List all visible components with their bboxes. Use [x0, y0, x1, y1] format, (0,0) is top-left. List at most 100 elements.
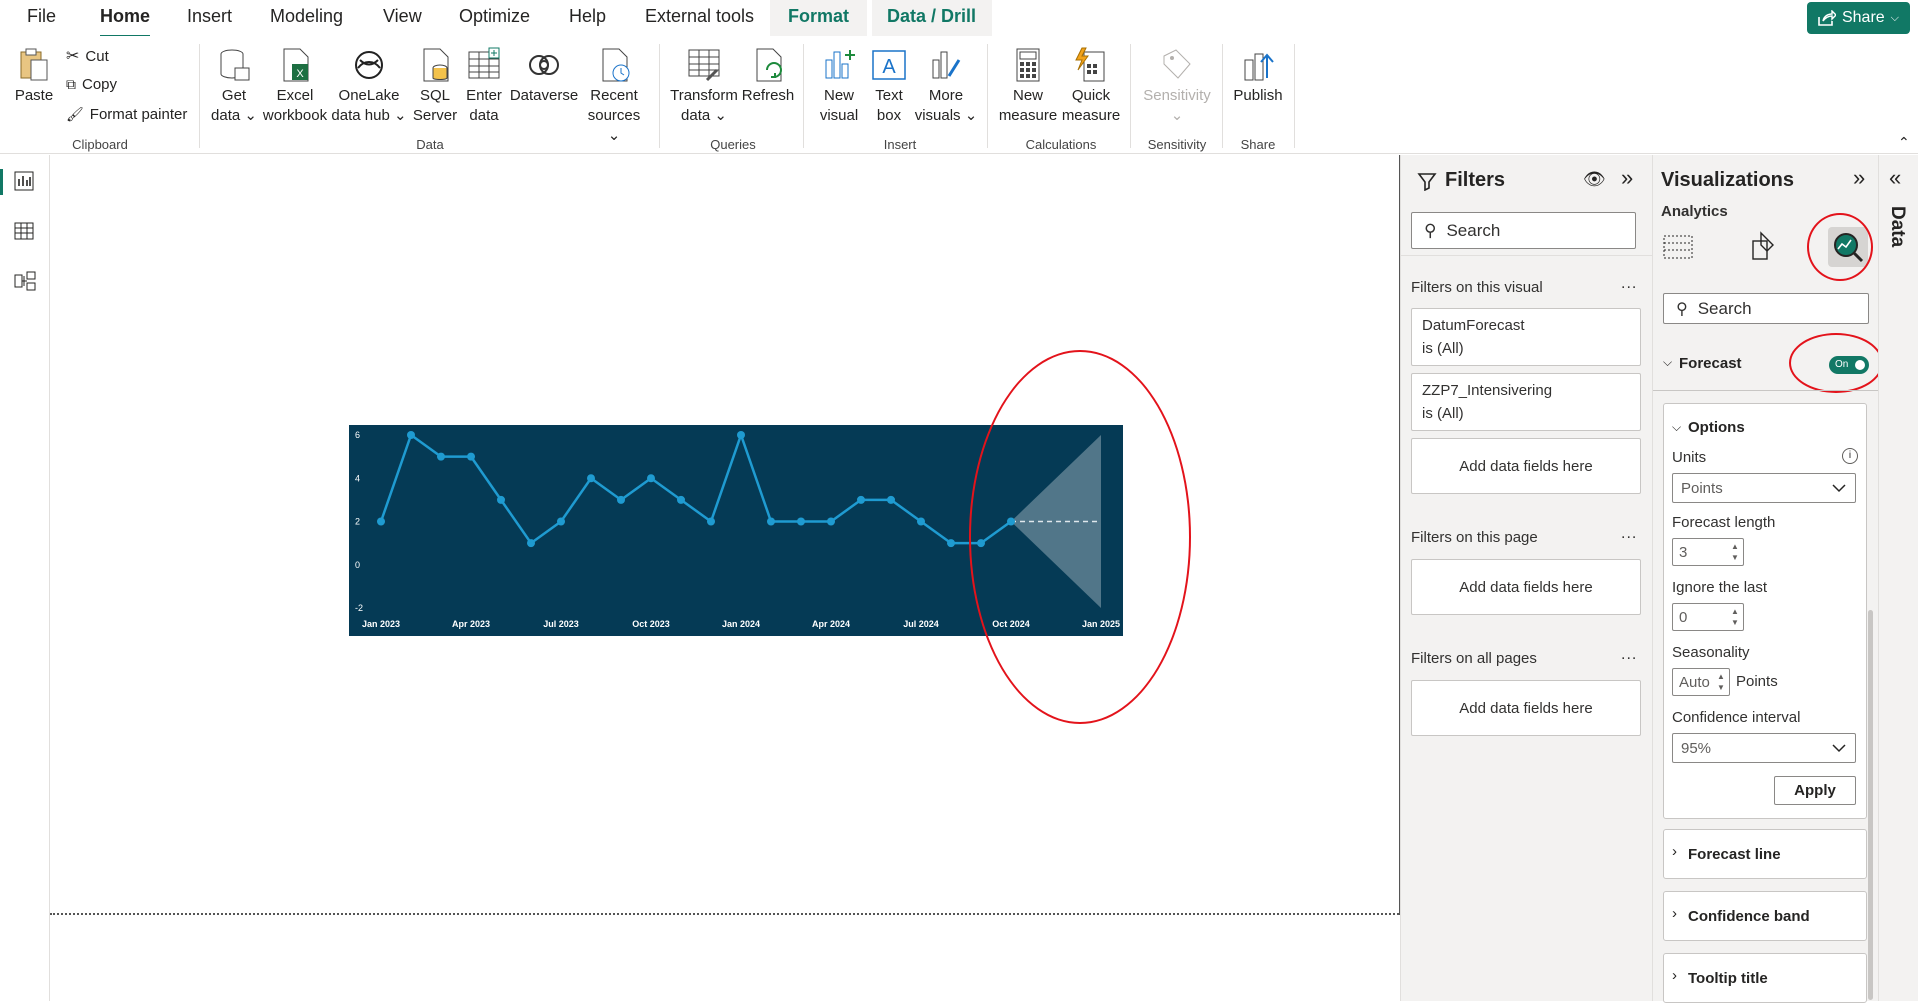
paste-button[interactable]: Paste: [14, 46, 54, 106]
menu-optimize[interactable]: Optimize: [459, 6, 530, 32]
forecast-length-input[interactable]: 3 ▲ ▼: [1672, 538, 1744, 566]
sensitivity-icon: [1163, 49, 1191, 79]
publish-button[interactable]: Publish: [1230, 46, 1286, 106]
confidence-band-title: Confidence band: [1688, 908, 1810, 925]
add-data-fields-visual[interactable]: Add data fields here: [1411, 438, 1641, 494]
more-options-icon[interactable]: ...: [1621, 525, 1637, 543]
analytics-tab-selected[interactable]: [1828, 227, 1868, 267]
apply-button[interactable]: Apply: [1774, 776, 1856, 805]
forecast-line-section[interactable]: › Forecast line: [1663, 829, 1867, 879]
chevron-down-icon: ⌄: [1170, 107, 1184, 124]
table-icon: [468, 47, 500, 79]
confidence-interval-select[interactable]: 95%: [1672, 733, 1856, 763]
sql-server-button[interactable]: SQL Server: [410, 46, 460, 126]
menu-help[interactable]: Help: [569, 6, 606, 32]
line-chart-visual[interactable]: 6 4 2 0 -2 Jan 2023 Apr 2023 Jul 2023 Oct 2023 Ja…: [349, 425, 1123, 636]
copy-button[interactable]: ⧉ Copy: [66, 76, 117, 93]
spinner-icon[interactable]: ▲ ▼: [1715, 671, 1727, 693]
spinner-icon[interactable]: ▲ ▼: [1729, 541, 1741, 563]
viz-search-placeholder: Search: [1697, 298, 1752, 318]
copy-label: Copy: [82, 76, 118, 93]
more-visuals-icon: [932, 51, 961, 79]
options-title: Options: [1688, 419, 1745, 436]
enter-data-button[interactable]: Enter data: [462, 46, 506, 126]
chevron-down-icon[interactable]: ⌵: [1663, 355, 1672, 370]
recent-sources-button[interactable]: Recent sources ⌄: [582, 46, 646, 146]
chevron-right-icon: ›: [1672, 967, 1677, 984]
dataverse-button[interactable]: Dataverse: [508, 46, 580, 106]
refresh-button[interactable]: Refresh: [740, 46, 796, 106]
table-view-icon[interactable]: [14, 221, 34, 241]
menu-external-tools[interactable]: External tools: [645, 6, 754, 32]
forecast-toggle[interactable]: On: [1829, 356, 1869, 374]
quick-measure-button[interactable]: Quick measure: [1058, 46, 1124, 126]
collapse-ribbon-icon[interactable]: ⌃: [1898, 134, 1910, 151]
menu-format[interactable]: Format: [788, 6, 849, 32]
data-point: [887, 495, 895, 504]
menu-home[interactable]: Home: [100, 6, 151, 38]
menu-modeling[interactable]: Modeling: [270, 6, 343, 32]
add-data-fields-all-pages[interactable]: Add data fields here: [1411, 680, 1641, 736]
units-select[interactable]: Points: [1672, 473, 1856, 503]
group-share: Share: [1240, 137, 1276, 152]
menu-view[interactable]: View: [383, 6, 422, 32]
viz-search-input[interactable]: ⚲ Search: [1663, 293, 1869, 324]
filter-card-name: DatumForecast: [1422, 317, 1525, 334]
units-label: Units: [1672, 449, 1707, 466]
new-measure-button[interactable]: New measure: [996, 46, 1060, 126]
onelake-data-hub-button[interactable]: OneLake data hub ⌄: [330, 46, 408, 126]
sensitivity-label: Sensitivity: [1143, 87, 1211, 104]
model-view-icon[interactable]: [14, 271, 36, 291]
text-box-label-1: Text: [875, 87, 903, 104]
format-painter-button[interactable]: 🖌 Format painter: [66, 106, 187, 123]
sensitivity-button[interactable]: Sensitivity ⌄: [1138, 46, 1216, 126]
share-button[interactable]: Share ⌵: [1807, 2, 1910, 34]
collapse-filters-icon[interactable]: »: [1621, 165, 1633, 191]
data-pane-collapsed[interactable]: «: [1878, 155, 1918, 1001]
forecast-toggle-label: On: [1835, 359, 1849, 370]
text-box-button[interactable]: A Text box: [866, 46, 912, 126]
spinner-icon[interactable]: ▲ ▼: [1729, 606, 1741, 628]
filters-search-input[interactable]: ⚲ Search: [1411, 212, 1636, 249]
search-icon: ⚲: [1676, 300, 1688, 318]
filter-card-datumforecast[interactable]: DatumForecast is (All): [1411, 308, 1641, 366]
build-visual-icon[interactable]: [1663, 233, 1693, 261]
new-measure-label-1: New: [1012, 87, 1043, 104]
menu-data-drill[interactable]: Data / Drill: [887, 6, 976, 32]
excel-workbook-button[interactable]: X Excel workbook: [262, 46, 328, 126]
seasonality-input[interactable]: Auto ▲ ▼: [1672, 668, 1730, 696]
group-queries: Queries: [710, 137, 756, 152]
eye-icon[interactable]: 👁: [1583, 169, 1606, 190]
info-icon[interactable]: i: [1842, 448, 1858, 464]
menu-file[interactable]: File: [27, 6, 56, 32]
format-visual-icon[interactable]: [1749, 231, 1777, 261]
ignore-last-input[interactable]: 0 ▲ ▼: [1672, 603, 1744, 631]
publish-icon: [1244, 53, 1274, 81]
tooltip-title-section[interactable]: › Tooltip title: [1663, 953, 1867, 1003]
tooltip-title-title: Tooltip title: [1688, 970, 1768, 987]
more-options-icon[interactable]: ...: [1621, 275, 1637, 293]
collapse-viz-icon[interactable]: »: [1853, 165, 1865, 191]
chevron-down-icon[interactable]: ⌵: [1672, 420, 1681, 435]
enter-data-label-1: Enter: [466, 87, 502, 104]
confidence-band-section[interactable]: › Confidence band: [1663, 891, 1867, 941]
filter-card-zzp7[interactable]: ZZP7_Intensivering is (All): [1411, 373, 1641, 431]
filters-search-placeholder: Search: [1446, 220, 1501, 240]
get-data-button[interactable]: Get data ⌄: [206, 46, 262, 126]
new-visual-button[interactable]: New visual: [814, 46, 864, 126]
viz-scrollbar[interactable]: [1868, 610, 1873, 1000]
report-view-icon[interactable]: [14, 171, 34, 191]
paste-label: Paste: [14, 87, 54, 104]
brush-icon: 🖌: [66, 106, 84, 122]
add-data-fields-page[interactable]: Add data fields here: [1411, 559, 1641, 615]
more-options-icon[interactable]: ...: [1621, 646, 1637, 664]
data-point: [437, 452, 445, 461]
transform-data-button[interactable]: Transform data ⌄: [668, 46, 740, 126]
ribbon-separator: [987, 44, 988, 148]
more-visuals-button[interactable]: More visuals ⌄: [914, 46, 978, 126]
cut-button[interactable]: ✂ Cut: [66, 46, 109, 66]
seasonality-value: Auto: [1679, 673, 1710, 691]
menu-insert[interactable]: Insert: [187, 6, 232, 32]
expand-data-icon[interactable]: «: [1889, 165, 1901, 191]
active-view-indicator: [0, 169, 3, 195]
